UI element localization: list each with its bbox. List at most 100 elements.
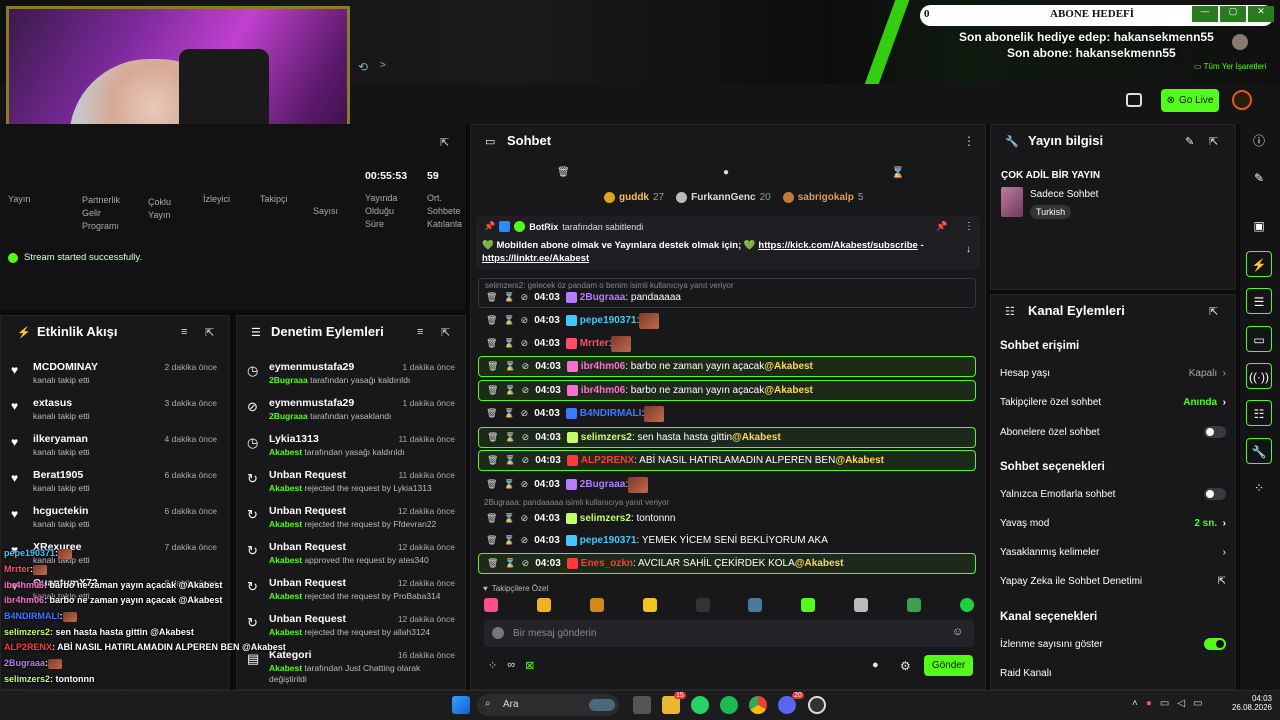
mention[interactable]: @Akabest	[835, 455, 884, 466]
maximize-icon[interactable]: ▢	[1220, 6, 1246, 22]
bookmarks-folder[interactable]: ▭ Tüm Yer İşaretleri	[1194, 62, 1266, 71]
chat-message[interactable]: 🗑 ⌛ ⊘ 04:03 selimzers2: sen hasta hasta …	[478, 427, 976, 448]
list-item[interactable]: ♥ MCDOMINAY kanalı takip etti 2 dakika ö…	[1, 360, 225, 396]
list-rail-icon[interactable]: ☰	[1246, 288, 1272, 314]
trash-icon[interactable]: 🗑	[486, 338, 497, 349]
trash-icon[interactable]: 🗑	[486, 292, 497, 303]
obs-icon[interactable]	[808, 696, 826, 714]
raid-row[interactable]: Raid Kanalı	[1000, 668, 1226, 679]
go-live-button[interactable]: ⊗ Go Live	[1161, 89, 1219, 112]
trash-icon[interactable]: 🗑	[487, 558, 498, 569]
chat-message[interactable]: 🗑 ⌛ ⊘ 04:03 ibr4hm06: barbo ne zaman yay…	[478, 356, 976, 377]
timeout-icon[interactable]: ⌛	[503, 513, 514, 524]
chat-username[interactable]: Mrrter	[580, 338, 609, 349]
ban-icon[interactable]: ⊘	[522, 432, 530, 443]
unpin-icon[interactable]: 📌	[936, 221, 947, 232]
expand-icon[interactable]: ⇱	[440, 136, 449, 149]
chat-username[interactable]: 2Bugraaa	[580, 479, 626, 490]
slow-mode-row[interactable]: Yavaş mod 2 sn. ›	[1000, 518, 1226, 529]
send-button[interactable]: Gönder	[924, 655, 973, 676]
trash-icon[interactable]: 🗑	[486, 315, 497, 326]
chat-message[interactable]: 🗑 ⌛ ⊘ 04:03 2Bugraaa:	[478, 474, 976, 495]
trash-icon[interactable]: 🗑	[487, 432, 498, 443]
forward-icon[interactable]: >	[380, 60, 386, 71]
timeout-icon[interactable]: ⌛	[503, 408, 514, 419]
emote-bucket[interactable]	[801, 598, 816, 612]
leader-item[interactable]: sabrigokalp 5	[782, 192, 863, 203]
followers-only-row[interactable]: Takipçilere özel sohbet Anında ›	[1000, 397, 1226, 408]
timeout-icon[interactable]: ⌛	[504, 432, 515, 443]
trash-icon[interactable]: 🗑	[557, 167, 570, 178]
list-item[interactable]: ♥ extasus kanalı takip etti 3 dakika önc…	[1, 396, 225, 432]
emote-only-row[interactable]: Yalnızca Emotlarla sohbet	[1000, 488, 1226, 500]
minimize-icon[interactable]: —	[1192, 6, 1218, 22]
filter-icon[interactable]: ≡	[417, 326, 423, 338]
chevron-up-icon[interactable]: ˄	[1132, 698, 1138, 709]
pinned-link-linktree[interactable]: https://linktr.ee/Akabest	[482, 253, 589, 264]
popout-icon[interactable]: ⇱	[205, 326, 214, 339]
spotify-icon[interactable]	[720, 696, 738, 714]
language-tag[interactable]: Turkish	[1030, 205, 1072, 219]
chat-message[interactable]: 🗑 ⌛ ⊘ 04:03 ibr4hm06: barbo ne zaman yay…	[478, 380, 976, 401]
chat-username[interactable]: ibr4hm06	[581, 385, 625, 396]
chat-input[interactable]: Bir mesaj gönderin ☺	[484, 620, 974, 647]
camera-icon[interactable]: ▣	[1246, 213, 1272, 239]
emote-point[interactable]	[642, 598, 657, 612]
trash-icon[interactable]: 🗑	[486, 535, 497, 546]
leader-item[interactable]: guddk 27	[604, 192, 664, 203]
more-icon[interactable]: ⋮	[964, 221, 974, 232]
chat-message[interactable]: 🗑 ⌛ ⊘ 04:03 pepe190371: YEMEK YİCEM SENİ…	[478, 530, 976, 551]
more-icon[interactable]: ⋮	[963, 134, 975, 148]
emote-rocket[interactable]	[484, 598, 498, 612]
ai-mod-row[interactable]: Yapay Zeka ile Sohbet Denetimi ⇱	[1000, 576, 1226, 587]
timeout-icon[interactable]: ⌛	[503, 315, 514, 326]
edit-icon[interactable]: ✎	[1185, 135, 1194, 148]
pinned-link-subscribe[interactable]: https://kick.com/Akabest/subscribe	[758, 240, 917, 251]
chat-username[interactable]: Enes_ozkn	[581, 558, 633, 569]
trash-icon[interactable]: 🗑	[486, 408, 497, 419]
chat-icon[interactable]: ●	[723, 167, 729, 178]
close-icon[interactable]: ✕	[1248, 6, 1274, 22]
show-viewers-toggle[interactable]	[1204, 638, 1226, 650]
wrench-rail-icon[interactable]: 🔧	[1246, 438, 1272, 464]
emoji-icon[interactable]: ☺	[952, 626, 963, 638]
volume-icon[interactable]: ◁	[1177, 698, 1185, 709]
network-icon[interactable]: ▭	[1160, 698, 1169, 709]
popout-icon[interactable]: ⇱	[1209, 305, 1218, 318]
chat-username[interactable]: ALP2RENX	[581, 455, 634, 466]
emote-blob[interactable]	[748, 598, 763, 612]
list-item[interactable]: ♥ hcguctekin kanalı takip etti 6 dakika …	[1, 504, 225, 540]
timeout-icon[interactable]: ⌛	[503, 338, 514, 349]
whatsapp-icon[interactable]	[691, 696, 709, 714]
chat-rail-icon[interactable]: ▭	[1246, 326, 1272, 352]
filter-icon[interactable]: ≡	[181, 326, 187, 338]
chat-username[interactable]: 2Bugraaa	[580, 292, 626, 303]
popout-icon[interactable]: ⇱	[1209, 135, 1218, 148]
category-name[interactable]: Sadece Sohbet	[1030, 189, 1098, 200]
taskbar-search[interactable]: ⌕ Ara	[477, 694, 619, 716]
emote-only-toggle[interactable]	[1204, 488, 1226, 500]
chat-message[interactable]: 🗑 ⌛ ⊘ 04:03 B4NDIRMALI:	[478, 403, 976, 424]
emote-dark[interactable]	[695, 598, 710, 612]
list-item[interactable]: ↻ Unban Request Akabest rejected the req…	[237, 576, 463, 612]
ban-icon[interactable]: ⊘	[522, 558, 530, 569]
timeout-icon[interactable]: ⌛	[504, 385, 515, 396]
ban-icon[interactable]: ⊘	[522, 455, 530, 466]
battery-icon[interactable]: ▭	[1193, 698, 1202, 709]
trash-icon[interactable]: 🗑	[486, 513, 497, 524]
points-icon[interactable]: ⁘	[488, 659, 497, 672]
chat-username[interactable]: selimzers2	[580, 513, 631, 524]
trash-icon[interactable]: 🗑	[486, 479, 497, 490]
mention[interactable]: @Akabest	[764, 361, 813, 372]
chat-rules-icon[interactable]: ●	[872, 659, 879, 671]
timeout-icon[interactable]: ⌛	[504, 361, 515, 372]
pen-icon[interactable]: ✎	[1246, 165, 1272, 191]
popout-icon[interactable]: ⇱	[441, 326, 450, 339]
infinity-icon[interactable]: ∞	[507, 659, 515, 672]
emote-kick[interactable]	[959, 598, 974, 612]
ban-icon[interactable]: ⊘	[521, 408, 529, 419]
ban-icon[interactable]: ⊘	[521, 315, 529, 326]
mention[interactable]: @Akabest	[764, 385, 813, 396]
reload-icon[interactable]: ⟲	[358, 60, 368, 74]
broadcast-rail-icon[interactable]: ((·))	[1246, 363, 1272, 389]
